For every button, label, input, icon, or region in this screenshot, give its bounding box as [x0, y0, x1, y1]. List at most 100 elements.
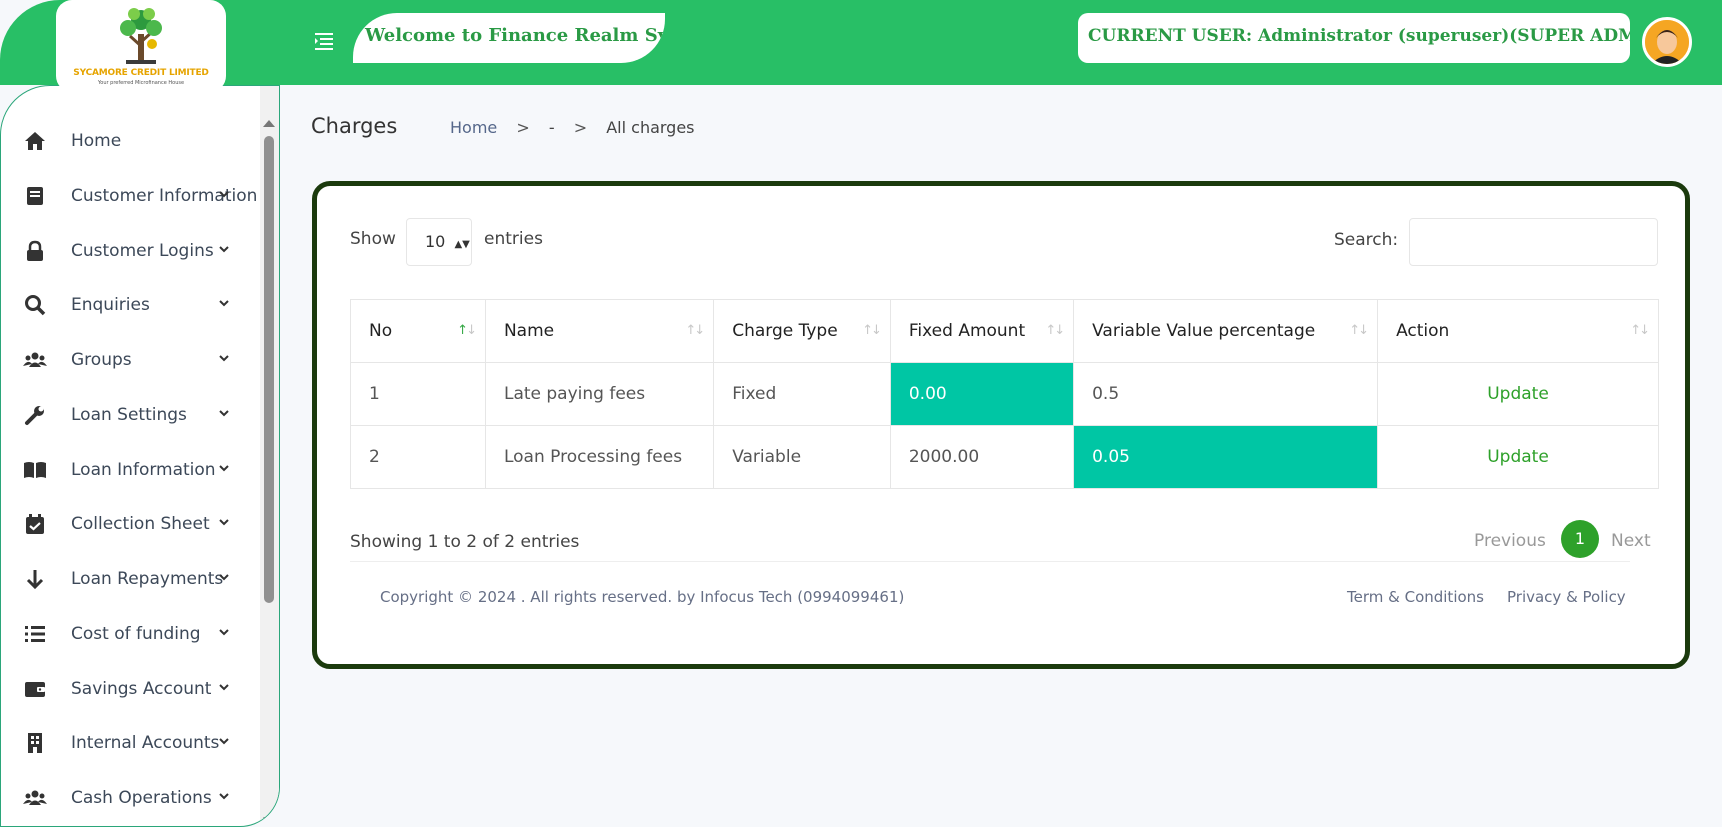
sidebar-scrollbar-thumb[interactable]	[264, 136, 274, 603]
building-icon	[28, 733, 42, 753]
sort-icon: ↑↓	[685, 323, 705, 338]
breadcrumb-middle: -	[548, 118, 555, 137]
calendar-check-icon	[26, 514, 44, 534]
arrow-down-icon	[26, 570, 44, 590]
scroll-up-arrow-icon[interactable]	[262, 118, 276, 128]
column-header-name[interactable]: Name ↑↓	[484, 299, 715, 363]
chevron-down-icon	[219, 574, 229, 581]
sort-icon: ↑↓	[1630, 323, 1650, 338]
chevron-down-icon	[219, 355, 229, 362]
cell-name: Loan Processing fees	[484, 425, 715, 489]
column-header-no[interactable]: No ↑↓	[350, 299, 486, 363]
sidebar-item-label: Loan Settings	[71, 405, 187, 425]
sidebar-item-label: Customer Logins	[71, 241, 214, 261]
pagination-next[interactable]: Next	[1611, 531, 1651, 551]
wrench-icon	[25, 406, 44, 425]
table-header-row: No ↑↓ Name ↑↓ Charge Type ↑↓ Fixed Amount ↑↓…	[350, 299, 1659, 363]
show-label: Show	[350, 229, 396, 249]
sidebar-item-cash-operations[interactable]: Cash Operations	[1, 774, 261, 824]
cell-no: 2	[350, 425, 486, 489]
current-user-label: CURRENT USER: Administrator (superuser)(…	[1078, 13, 1630, 63]
sort-icon: ↑↓	[1349, 323, 1369, 338]
cell-action: Update	[1377, 362, 1659, 426]
table-info: Showing 1 to 2 of 2 entries	[350, 532, 580, 552]
lock-icon	[27, 240, 43, 261]
user-avatar[interactable]	[1642, 17, 1692, 67]
menu-toggle-icon[interactable]	[312, 30, 336, 52]
page-length-select[interactable]: 10 ▲▼	[406, 218, 472, 266]
search-input[interactable]	[1409, 218, 1658, 266]
update-link[interactable]: Update	[1487, 384, 1549, 404]
terms-link[interactable]: Term & Conditions	[1347, 588, 1484, 606]
breadcrumb-current: All charges	[606, 118, 695, 137]
page-length-value: 10	[425, 232, 446, 251]
sort-icon: ↑↓	[1045, 323, 1065, 338]
search-icon	[25, 295, 46, 316]
table-row: 1 Late paying fees Fixed 0.00 0.5 Update	[350, 362, 1659, 426]
page-title: Charges	[311, 114, 398, 138]
sidebar-item-customer-information[interactable]: Customer Information	[1, 172, 261, 222]
breadcrumb: Home > - > All charges	[450, 118, 709, 137]
chevron-down-icon	[219, 191, 229, 198]
cell-charge-type: Fixed	[713, 362, 891, 426]
book-icon	[27, 187, 43, 205]
privacy-link[interactable]: Privacy & Policy	[1507, 588, 1626, 606]
select-arrows-icon: ▲▼	[454, 239, 470, 250]
column-header-fixed-amount[interactable]: Fixed Amount ↑↓	[889, 299, 1075, 363]
cell-no: 1	[350, 362, 486, 426]
scroll-down-arrow-icon[interactable]	[262, 816, 276, 826]
users-icon	[23, 352, 47, 367]
logo-subtitle: Your preferred Microfinance House	[97, 80, 185, 86]
update-link[interactable]: Update	[1487, 447, 1549, 467]
footer-divider	[350, 561, 1630, 562]
chevron-down-icon	[219, 465, 229, 472]
sidebar-item-label: Loan Repayments	[71, 569, 224, 589]
sidebar-item-label: Cost of funding	[71, 624, 201, 644]
sidebar-item-loan-information[interactable]: Loan Information	[1, 446, 261, 496]
sidebar-item-home[interactable]: Home	[1, 117, 261, 167]
company-logo[interactable]: SYCAMORE CREDIT LIMITED Your preferred M…	[56, 0, 226, 92]
sidebar-item-label: Groups	[71, 350, 132, 370]
chevron-down-icon	[219, 246, 229, 253]
charges-card: Show 10 ▲▼ entries Search: No ↑↓ Name ↑↓ C…	[312, 181, 1690, 669]
cell-charge-type: Variable	[713, 425, 891, 489]
pagination-previous[interactable]: Previous	[1474, 531, 1546, 551]
breadcrumb-home-link[interactable]: Home	[450, 118, 497, 137]
sidebar-item-savings-account[interactable]: Savings Account	[1, 665, 261, 715]
column-header-variable-value[interactable]: Variable Value percentage ↑↓	[1073, 299, 1379, 363]
sidebar-item-groups[interactable]: Groups	[1, 336, 261, 386]
sidebar-item-collection-sheet[interactable]: Collection Sheet	[1, 500, 261, 550]
column-header-action[interactable]: Action ↑↓	[1377, 299, 1659, 363]
pagination-page-1[interactable]: 1	[1561, 520, 1599, 558]
sidebar-item-label: Collection Sheet	[71, 514, 210, 534]
entries-label: entries	[484, 229, 543, 249]
sidebar-item-label: Internal Accounts	[71, 733, 220, 753]
sort-icon: ↑↓	[862, 323, 882, 338]
sidebar-item-label: Savings Account	[71, 679, 212, 699]
sidebar-item-customer-logins[interactable]: Customer Logins	[1, 227, 261, 277]
sidebar: Home Customer Information Customer Login…	[0, 85, 280, 827]
charges-table: No ↑↓ Name ↑↓ Charge Type ↑↓ Fixed Amount ↑↓…	[350, 299, 1659, 489]
cell-fixed-amount: 2000.00	[889, 425, 1075, 489]
open-book-icon	[24, 462, 46, 478]
chevron-down-icon	[219, 793, 229, 800]
chevron-down-icon	[219, 629, 229, 636]
chevron-down-icon	[219, 684, 229, 691]
sidebar-item-loan-settings[interactable]: Loan Settings	[1, 391, 261, 441]
sidebar-item-cost-of-funding[interactable]: Cost of funding	[1, 610, 261, 660]
sidebar-item-enquiries[interactable]: Enquiries	[1, 281, 261, 331]
avatar-icon	[1645, 20, 1689, 64]
sidebar-item-internal-accounts[interactable]: Internal Accounts	[1, 719, 261, 769]
sidebar-item-loan-repayments[interactable]: Loan Repayments	[1, 555, 261, 605]
wallet-icon	[25, 682, 45, 697]
copyright-text: Copyright © 2024 . All rights reserved. …	[380, 588, 905, 606]
column-header-charge-type[interactable]: Charge Type ↑↓	[713, 299, 891, 363]
table-row: 2 Loan Processing fees Variable 2000.00 …	[350, 425, 1659, 489]
cell-variable-value: 0.05	[1073, 425, 1379, 489]
users-icon	[23, 790, 47, 805]
sidebar-item-label: Loan Information	[71, 460, 216, 480]
chevron-down-icon	[219, 410, 229, 417]
breadcrumb-separator: >	[516, 118, 530, 137]
cell-action: Update	[1377, 425, 1659, 489]
cell-variable-value: 0.5	[1073, 362, 1379, 426]
